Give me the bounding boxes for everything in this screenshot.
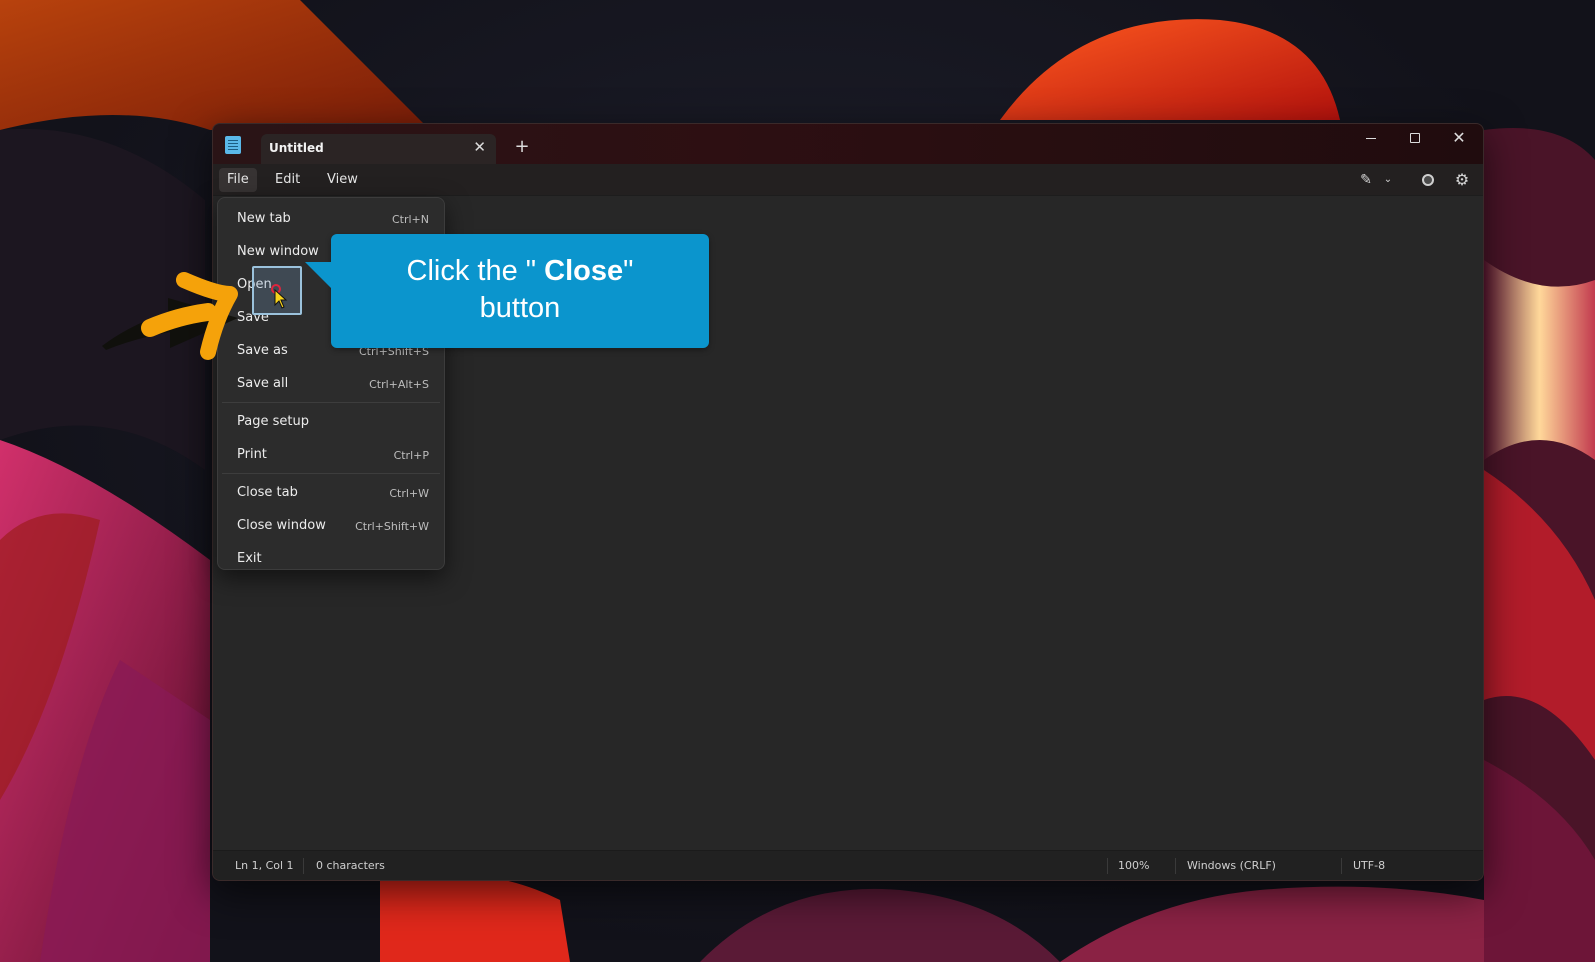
status-divider [1341,858,1342,874]
callout-line2: button [479,292,561,324]
menu-bar: File Edit View ✎ ⌄ ⚙ [213,164,1483,196]
tab-untitled[interactable]: Untitled ✕ [261,134,496,164]
menu-item-new-tab[interactable]: New tab Ctrl+N [222,202,440,235]
menu-item-close-window[interactable]: Close window Ctrl+Shift+W [222,509,440,542]
menu-item-exit[interactable]: Exit [222,542,440,575]
menu-separator [222,402,440,403]
chevron-down-icon[interactable]: ⌄ [1381,170,1395,190]
copilot-icon[interactable]: ✎ [1355,170,1377,190]
menu-item-label: Exit [237,551,262,566]
window-close-button[interactable]: ✕ [1437,126,1481,150]
maximize-icon [1410,133,1420,143]
menu-item-save-all[interactable]: Save all Ctrl+Alt+S [222,367,440,400]
menu-item-label: New tab [237,211,291,226]
tab-close-icon[interactable]: ✕ [473,138,486,156]
minimize-icon [1366,137,1376,139]
notepad-app-icon [225,136,241,154]
mouse-pointer-icon [274,289,288,309]
menu-item-shortcut: Ctrl+Shift+W [355,520,429,533]
menu-item-label: Close window [237,518,326,533]
account-button[interactable] [1417,170,1439,190]
callout-line1-prefix: Click the " [406,255,545,287]
tutorial-callout: Click the " Close" button [305,234,709,348]
settings-gear-icon[interactable]: ⚙ [1451,170,1473,190]
menu-item-label: Print [237,447,267,462]
menu-item-close-tab[interactable]: Close tab Ctrl+W [222,476,440,509]
menu-item-shortcut: Ctrl+W [389,487,429,500]
menu-item-shortcut: Ctrl+Alt+S [369,378,429,391]
minimize-button[interactable] [1349,126,1393,150]
zoom-level[interactable]: 100% [1118,859,1149,872]
menu-item-print[interactable]: Print Ctrl+P [222,438,440,471]
menu-item-shortcut: Ctrl+N [391,213,429,226]
new-tab-button[interactable]: + [509,134,535,160]
status-divider [1175,858,1176,874]
menu-view[interactable]: View [319,168,366,192]
menu-separator [222,473,440,474]
tutorial-arrow-icon [102,272,238,360]
menu-item-label: Close tab [237,485,298,500]
status-divider [1107,858,1108,874]
tab-title: Untitled [269,141,324,155]
line-ending[interactable]: Windows (CRLF) [1187,859,1276,872]
maximize-button[interactable] [1393,126,1437,150]
callout-line1-suffix: " [623,255,634,287]
cursor-position: Ln 1, Col 1 [235,859,294,872]
encoding[interactable]: UTF-8 [1353,859,1385,872]
menu-item-shortcut: Ctrl+P [393,449,429,462]
title-bar[interactable]: Untitled ✕ + ✕ [213,124,1483,164]
menu-edit[interactable]: Edit [267,168,308,192]
callout-emphasis: Close [544,255,624,287]
menu-file[interactable]: File [219,168,257,192]
status-bar: Ln 1, Col 1 0 characters 100% Windows (C… [213,850,1483,880]
menu-item-label: Save all [237,376,289,391]
menu-item-label: New window [237,244,319,259]
status-divider [303,858,304,874]
menu-item-label: Page setup [237,414,309,429]
character-count: 0 characters [316,859,385,872]
account-icon [1422,174,1434,186]
menu-item-page-setup[interactable]: Page setup [222,405,440,438]
